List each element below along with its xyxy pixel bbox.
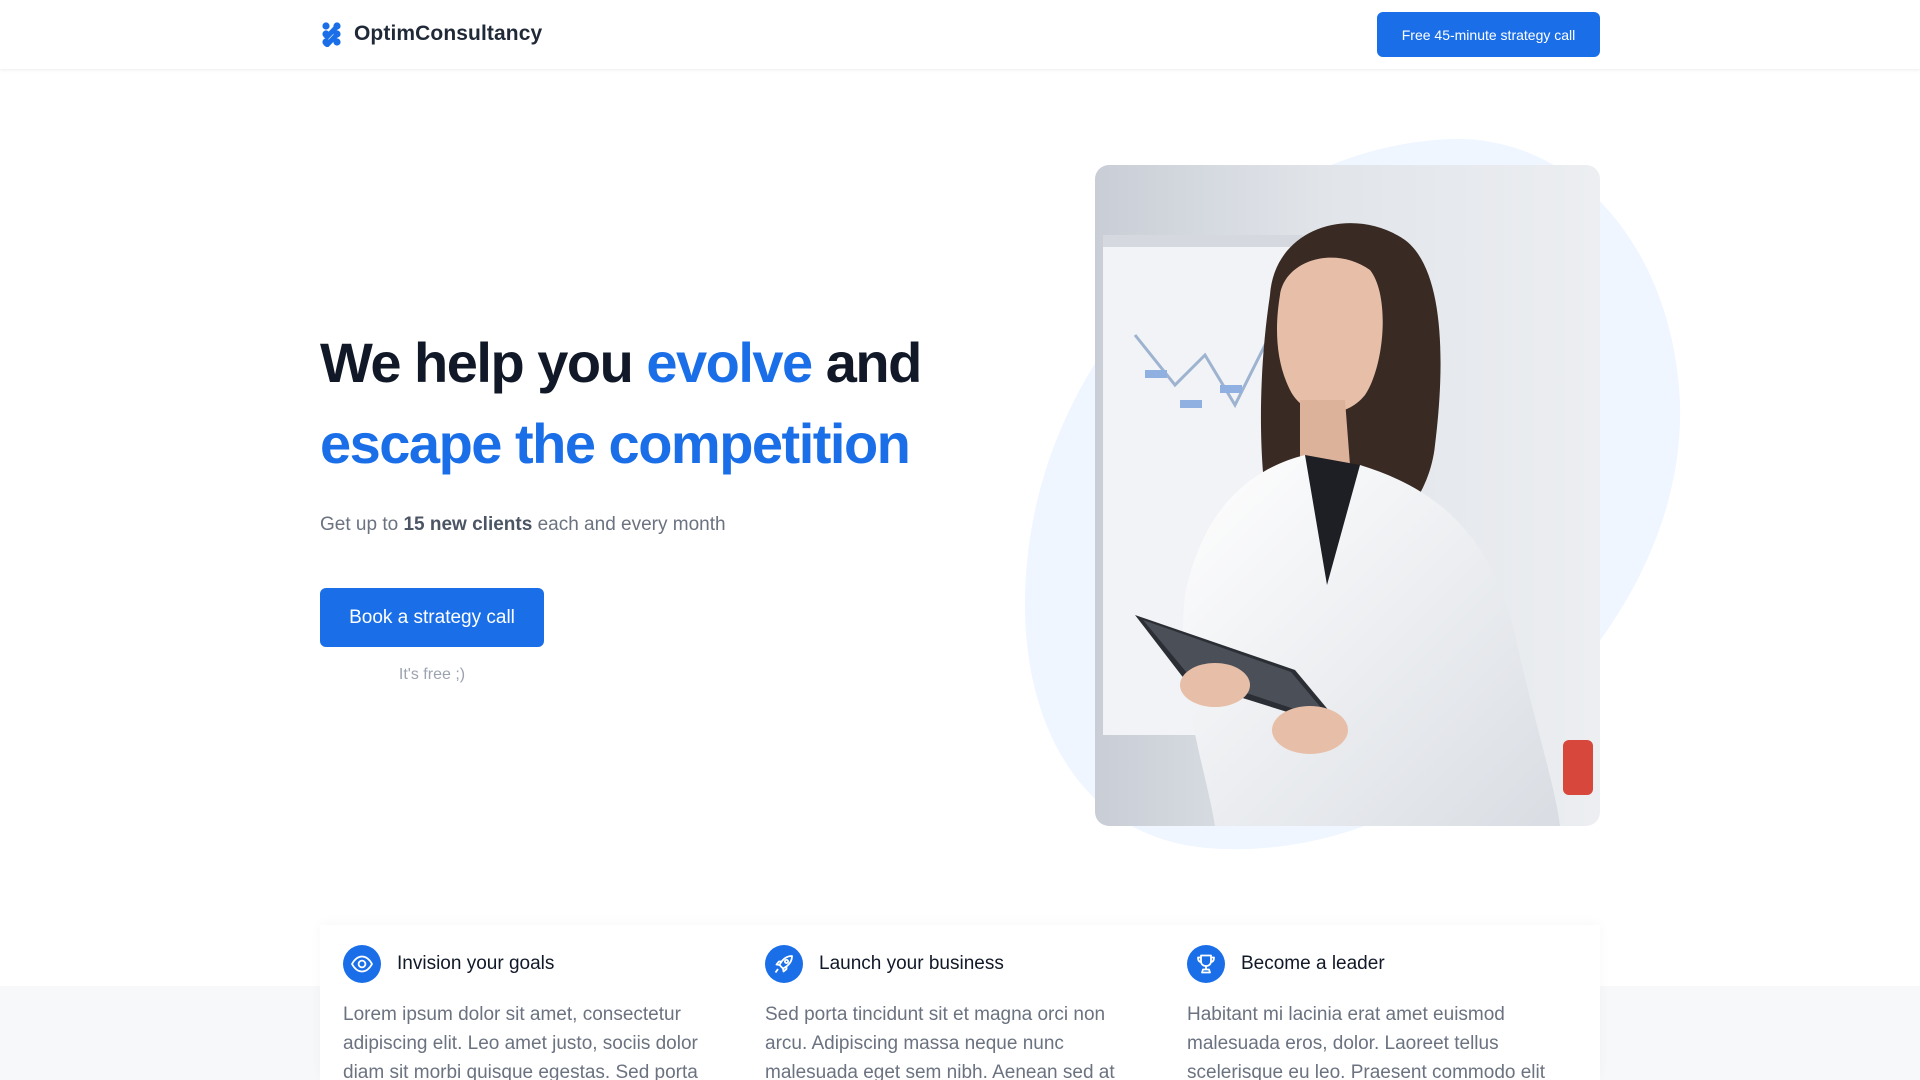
feature-header: Invision your goals (343, 945, 723, 983)
hero-photo (1095, 165, 1600, 826)
book-strategy-call-button[interactable]: Book a strategy call (320, 588, 544, 647)
hero-subtitle-suffix: each and every month (532, 514, 726, 535)
feature-title: Launch your business (819, 953, 1004, 974)
hero-title-part1: We help you (320, 331, 647, 394)
hero-subtitle-bold: 15 new clients (403, 514, 533, 535)
hero-title-highlight-escape: escape the competition (320, 412, 911, 475)
feature-description: Sed porta tincidunt sit et magna orci no… (765, 1004, 1115, 1080)
hero-title-highlight-evolve: evolve (646, 331, 813, 394)
rocket-icon (765, 945, 803, 983)
eye-icon (343, 945, 381, 983)
hero-cta-note: It's free ;) (398, 666, 466, 683)
brand-logo[interactable]: OptimConsultancy (320, 21, 542, 47)
logo-mark-icon (322, 22, 341, 47)
hero-title: We help you evolve and escape the competi… (320, 322, 960, 484)
hero-subtitle: Get up to 15 new clients each and every … (320, 514, 726, 536)
hero-subtitle-prefix: Get up to (320, 514, 404, 535)
feature-description: Lorem ipsum dolor sit amet, consectetur … (343, 1004, 698, 1080)
feature-item: Launch your business Sed porta tincidunt… (765, 945, 1145, 1080)
features-section: Invision your goals Lorem ipsum dolor si… (320, 925, 1600, 1080)
brand-name: OptimConsultancy (354, 22, 543, 45)
feature-item: Invision your goals Lorem ipsum dolor si… (343, 945, 723, 1080)
trophy-icon (1187, 945, 1225, 983)
feature-item: Become a leader Habitant mi lacinia erat… (1187, 945, 1567, 1080)
feature-header: Launch your business (765, 945, 1145, 983)
site-header: OptimConsultancy Free 45-minute strategy… (0, 0, 1920, 69)
feature-header: Become a leader (1187, 945, 1567, 983)
feature-title: Invision your goals (397, 953, 555, 974)
feature-title: Become a leader (1241, 953, 1385, 974)
feature-description: Habitant mi lacinia erat amet euismod ma… (1187, 1004, 1546, 1080)
header-strategy-call-button[interactable]: Free 45-minute strategy call (1377, 12, 1600, 57)
hero-title-part2: and (811, 331, 923, 394)
